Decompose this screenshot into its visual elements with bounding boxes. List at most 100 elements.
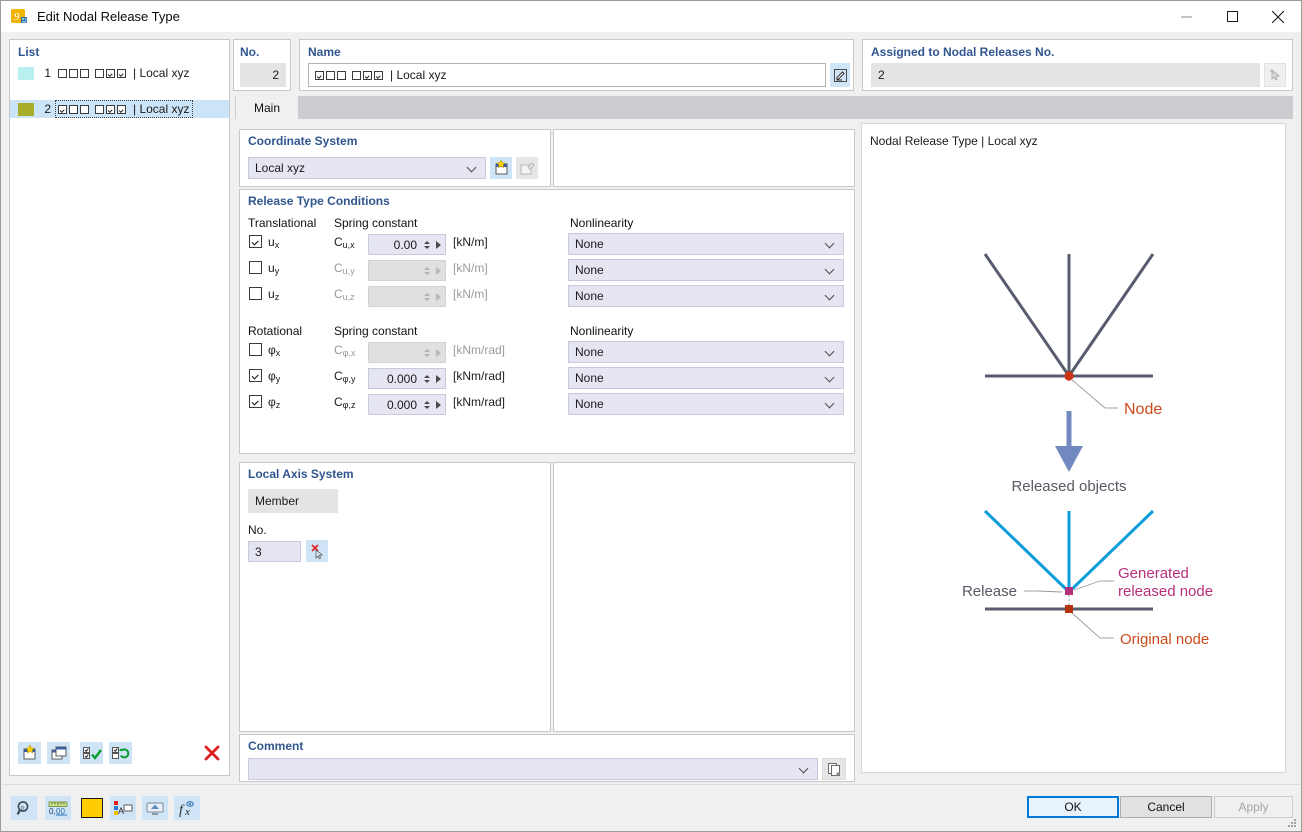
name-value: | Local xyz xyxy=(390,68,446,82)
label-phiz: φz xyxy=(268,395,280,410)
checkbox-ux[interactable] xyxy=(249,235,262,248)
svg-text:p: p xyxy=(21,803,25,811)
coordinate-system-select[interactable]: Local xyz xyxy=(248,157,486,179)
stepper-phix[interactable] xyxy=(421,349,432,357)
nonlinearity-ux-value: None xyxy=(575,237,825,251)
nonlinearity-ux-select[interactable]: None xyxy=(568,233,844,255)
list-toolbar xyxy=(10,737,229,775)
spring-constant-ux-value: 0.00 xyxy=(369,238,421,252)
resize-grip[interactable] xyxy=(1287,817,1297,827)
new-item-button[interactable] xyxy=(18,742,41,764)
spring-constant-header-rotational: Spring constant xyxy=(334,324,417,338)
checkbox-uy[interactable] xyxy=(249,261,262,274)
nonlinearity-uz-select[interactable]: None xyxy=(568,285,844,307)
edit-name-button[interactable] xyxy=(830,63,850,87)
functions-button[interactable]: f x xyxy=(174,796,200,820)
stepper-uz[interactable] xyxy=(421,293,432,301)
spring-constant-uz-input[interactable] xyxy=(368,286,446,307)
spring-constant-ux-input[interactable]: 0.00 xyxy=(368,234,446,255)
select-objects-button[interactable] xyxy=(1264,63,1286,87)
list-panel: List 1 | Local xyz 2 | Local xyz xyxy=(9,39,230,776)
cancel-button[interactable]: Cancel xyxy=(1120,796,1212,818)
color-button[interactable] xyxy=(79,796,105,820)
nonlinearity-phiz-select[interactable]: None xyxy=(568,393,844,415)
stepper-phiz[interactable] xyxy=(421,401,432,409)
delete-item-button[interactable] xyxy=(200,742,223,764)
nonlinearity-phix-select[interactable]: None xyxy=(568,341,844,363)
close-button[interactable] xyxy=(1255,1,1301,32)
coordinate-system-caption: Coordinate System xyxy=(248,134,357,148)
new-coordinate-system-button[interactable] xyxy=(490,157,512,179)
list-item-flags: | Local xyz xyxy=(56,101,192,117)
nonlinearity-phiy-select[interactable]: None xyxy=(568,367,844,389)
color-swatch xyxy=(18,103,34,116)
nonlinearity-uy-value: None xyxy=(575,263,825,277)
edit-coordinate-system-button[interactable] xyxy=(516,157,538,179)
checkbox-uz[interactable] xyxy=(249,287,262,300)
pick-member-button[interactable] xyxy=(306,540,328,562)
name-input[interactable]: | Local xyz xyxy=(308,63,826,87)
color-swatch xyxy=(81,798,103,818)
checkbox-phiy[interactable] xyxy=(249,369,262,382)
assigned-input[interactable]: 2 xyxy=(871,63,1260,87)
local-axis-no-label: No. xyxy=(248,523,267,537)
chevron-down-icon xyxy=(825,346,837,358)
maximize-button[interactable] xyxy=(1209,1,1255,32)
chevron-down-icon xyxy=(825,372,837,384)
minimize-button[interactable] xyxy=(1163,1,1209,32)
chevron-down-icon xyxy=(799,763,811,775)
spring-constant-phiz-input[interactable]: 0.000 xyxy=(368,394,446,415)
checkbox-phix[interactable] xyxy=(249,343,262,356)
number-panel: No. 2 xyxy=(233,39,291,91)
diagram-label-node: Node xyxy=(1124,401,1162,418)
unit-uy: [kN/m] xyxy=(453,261,488,275)
expand-uz-icon[interactable] xyxy=(432,290,445,304)
stepper-phiy[interactable] xyxy=(421,375,432,383)
label-uy: uy xyxy=(268,261,279,276)
release-diagram: Node Released objects Release xyxy=(862,146,1285,766)
expand-ux-icon[interactable] xyxy=(432,238,445,252)
expand-phiz-icon[interactable] xyxy=(432,398,445,412)
list-item-index: 2 xyxy=(34,102,56,116)
list-item[interactable]: 2 | Local xyz xyxy=(10,100,229,118)
comment-input[interactable] xyxy=(248,758,818,780)
expand-uy-icon[interactable] xyxy=(432,264,445,278)
apply-button: Apply xyxy=(1214,796,1293,818)
rotational-header: Rotational xyxy=(248,324,302,338)
label-cphiy: Cφ,y xyxy=(334,369,356,384)
label-cuy: Cu,y xyxy=(334,261,355,276)
apply-button-label: Apply xyxy=(1238,800,1268,814)
expand-phiy-icon[interactable] xyxy=(432,372,445,386)
checkbox-phiz[interactable] xyxy=(249,395,262,408)
copy-item-button[interactable] xyxy=(47,742,70,764)
find-button[interactable]: p xyxy=(11,796,37,820)
bottom-bar: p 0, 00 A xyxy=(2,784,1300,830)
unit-uz: [kN/m] xyxy=(453,287,488,301)
list-item[interactable]: 1 | Local xyz xyxy=(10,64,229,82)
expand-phix-icon[interactable] xyxy=(432,346,445,360)
local-axis-no-input[interactable]: 3 xyxy=(248,541,301,562)
spring-constant-phiy-input[interactable]: 0.000 xyxy=(368,368,446,389)
comment-library-button[interactable] xyxy=(822,758,846,780)
number-input[interactable]: 2 xyxy=(240,63,286,87)
local-axis-type-value[interactable]: Member xyxy=(248,489,338,513)
local-axis-preview-group xyxy=(553,462,855,732)
stepper-uy[interactable] xyxy=(421,267,432,275)
tab-main[interactable]: Main xyxy=(236,96,298,119)
units-button[interactable]: 0, 00 xyxy=(45,796,71,820)
ok-button[interactable]: OK xyxy=(1027,796,1119,818)
nonlinearity-uy-select[interactable]: None xyxy=(568,259,844,281)
comment-caption: Comment xyxy=(248,739,303,753)
spring-constant-uy-input[interactable] xyxy=(368,260,446,281)
spring-constant-phix-input[interactable] xyxy=(368,342,446,363)
select-all-button[interactable] xyxy=(80,742,103,764)
stepper-ux[interactable] xyxy=(421,241,432,249)
import-button[interactable] xyxy=(142,796,168,820)
list-rows: 1 | Local xyz 2 | Local xyz xyxy=(10,64,229,737)
release-conditions-caption: Release Type Conditions xyxy=(248,194,390,208)
refresh-selection-button[interactable] xyxy=(109,742,132,764)
ok-button-label: OK xyxy=(1064,800,1081,814)
display-props-button[interactable]: A xyxy=(110,796,136,820)
local-axis-no-value: 3 xyxy=(255,545,262,559)
label-phiy: φy xyxy=(268,369,280,384)
